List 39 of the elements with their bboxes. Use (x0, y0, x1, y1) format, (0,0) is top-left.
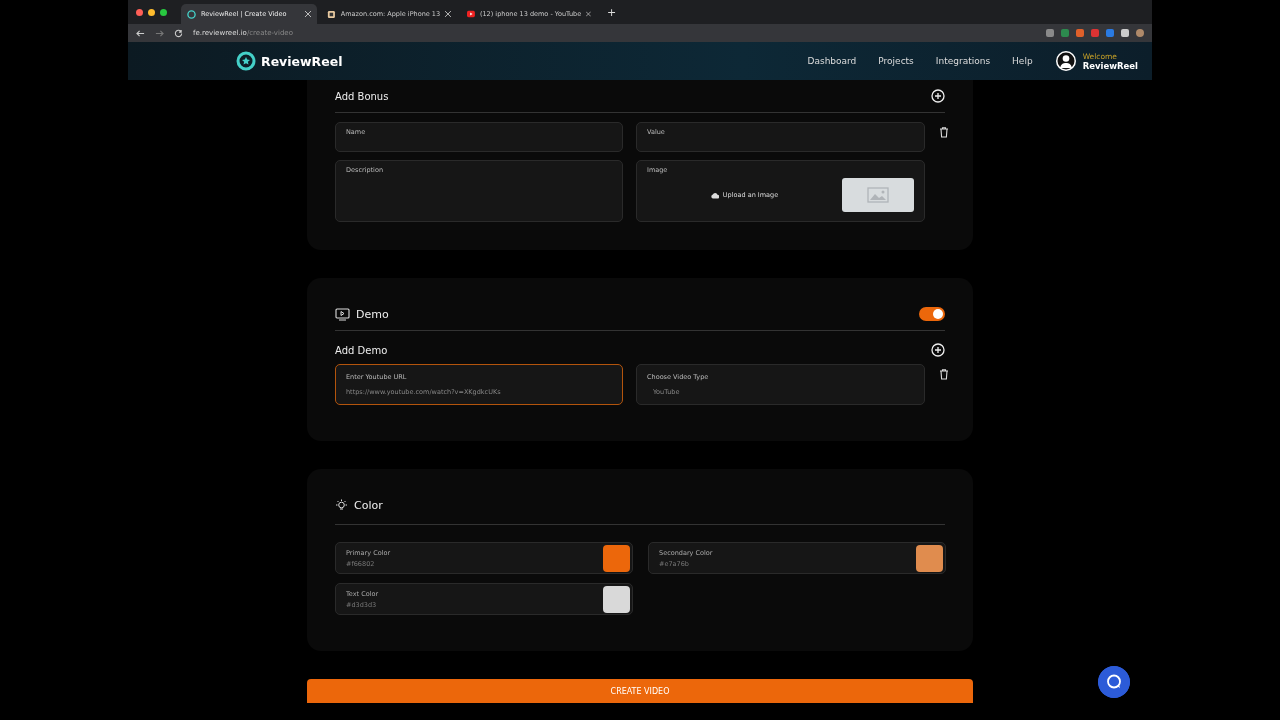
close-window-button[interactable] (136, 8, 143, 16)
maximize-window-button[interactable] (160, 8, 167, 16)
section-title: Add Bonus (335, 90, 389, 102)
color-swatch[interactable] (603, 585, 630, 613)
bulb-icon (335, 498, 348, 512)
upload-icon[interactable] (710, 191, 719, 199)
logo-text: ReviewReel (261, 53, 343, 69)
color-swatch[interactable] (603, 544, 630, 572)
nav-link[interactable]: Help (1012, 56, 1033, 66)
add-icon[interactable] (931, 343, 945, 357)
play-icon (467, 10, 475, 18)
bag-icon (327, 9, 336, 19)
close-icon[interactable] (305, 11, 311, 17)
user-name: ReviewReel (1082, 60, 1138, 71)
nav-link[interactable]: Projects (878, 56, 914, 66)
trash-icon[interactable] (938, 368, 950, 380)
nav-link[interactable]: Integrations (935, 56, 991, 66)
section-title: Add Demo (335, 344, 388, 356)
logo-icon (236, 51, 256, 71)
forward-icon[interactable] (155, 28, 164, 38)
close-icon[interactable] (445, 11, 451, 17)
extension-icons[interactable] (1046, 29, 1144, 37)
chat-icon[interactable] (1098, 666, 1130, 698)
trash-icon[interactable] (938, 126, 950, 138)
color-swatch[interactable] (916, 544, 943, 572)
minimize-window-button[interactable] (148, 8, 155, 16)
avatar-icon[interactable] (1054, 50, 1077, 72)
reload-icon[interactable] (174, 28, 183, 38)
logo-icon (187, 9, 196, 19)
section-title: Demo (356, 307, 389, 321)
toggle-switch[interactable] (919, 307, 945, 321)
new-tab-button[interactable]: + (607, 5, 617, 19)
monitor-icon (335, 307, 350, 321)
back-icon[interactable] (136, 28, 145, 38)
image-icon (867, 187, 889, 203)
close-icon[interactable] (586, 11, 591, 17)
add-icon[interactable] (931, 89, 945, 103)
section-title: Color (354, 498, 383, 512)
nav-link[interactable]: Dashboard (807, 56, 857, 66)
